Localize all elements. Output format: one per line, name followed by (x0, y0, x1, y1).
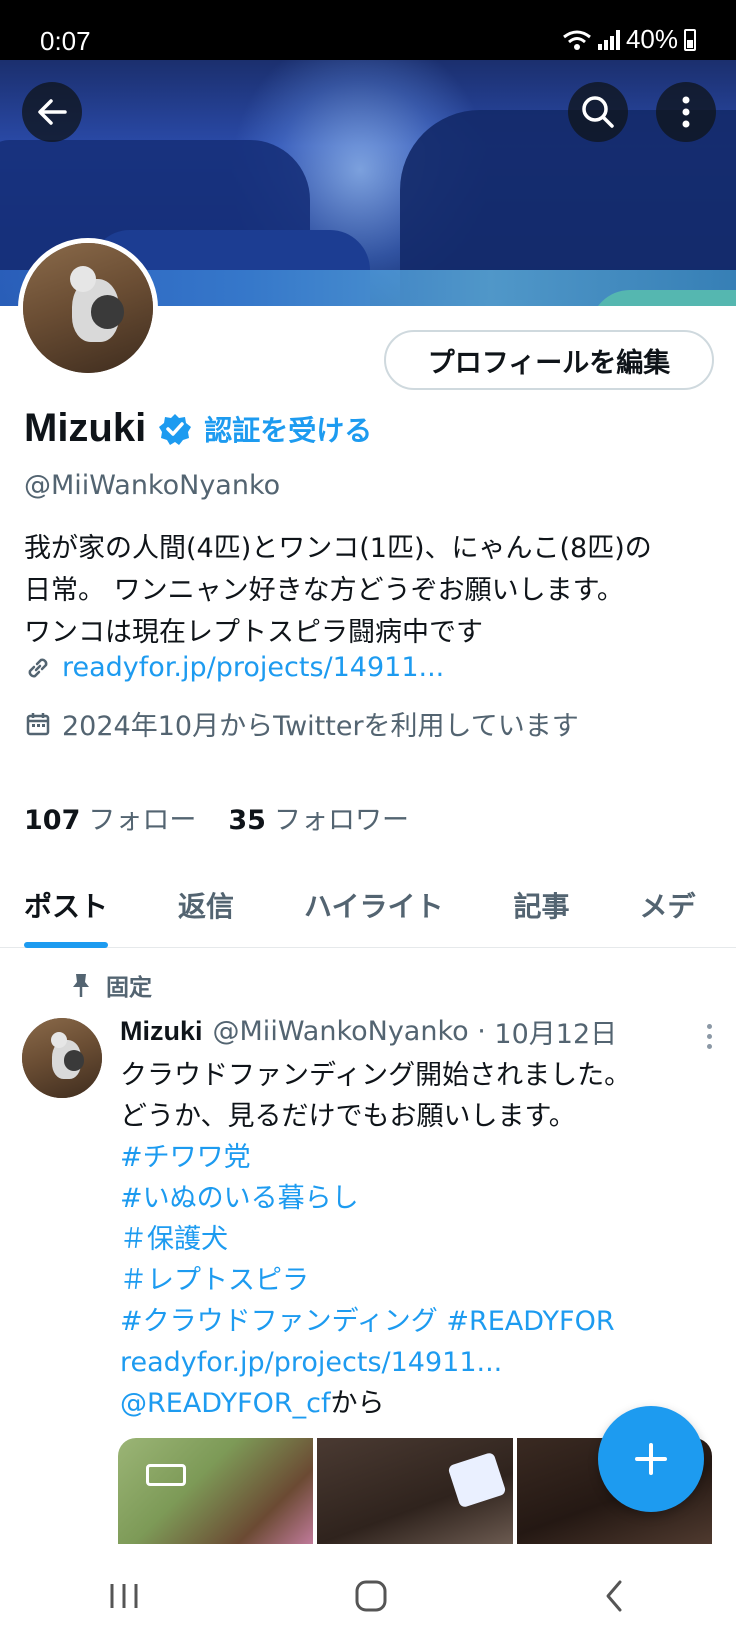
battery-icon (684, 28, 696, 51)
active-tab-indicator (24, 942, 109, 948)
profile-name-row: Mizuki 認証を受ける (24, 406, 372, 451)
back-arrow-icon (38, 99, 67, 125)
status-time: 0:07 (40, 26, 91, 56)
pinned-label: 固定 (106, 975, 152, 1001)
back-nav-icon[interactable] (600, 1578, 630, 1614)
verified-badge-icon (159, 413, 192, 445)
post-author-avatar[interactable] (22, 1018, 102, 1098)
home-icon[interactable] (353, 1578, 389, 1614)
post-body: クラウドファンディング開始されました。 どうか、見るだけでもお願いします。 #チ… (120, 1055, 720, 1424)
post-text-line: どうか、見るだけでもお願いします。 (120, 1101, 576, 1132)
profile-bio: 我が家の人間(4匹)とワンコ(1匹)、にゃんこ(8匹)の 日常。 ワンニャン好き… (24, 528, 724, 654)
profile-name: Mizuki (24, 406, 147, 450)
battery-percent: 40% (625, 24, 678, 54)
search-button[interactable] (568, 82, 628, 142)
tab-label: 返信 (178, 890, 235, 923)
post-more-button[interactable] (707, 1024, 712, 1049)
tab-label: メデ (639, 890, 696, 923)
document-graphic (447, 1451, 507, 1509)
hashtag-link[interactable]: ＃保護犬 (120, 1219, 720, 1260)
tab-label: ポスト (24, 890, 109, 923)
bio-line: 日常。 ワンニャン好きな方どうぞお願いします。 (24, 575, 624, 606)
link-icon (28, 658, 48, 677)
more-vertical-icon (707, 1024, 712, 1029)
profile-tabs: ポスト 返信 ハイライト 記事 メデ (0, 862, 736, 948)
more-options-button[interactable] (656, 82, 716, 142)
profile-website-link[interactable]: readyfor.jp/projects/14911... (62, 652, 444, 683)
back-button[interactable] (22, 82, 82, 142)
edit-profile-button[interactable]: プロフィールを編集 (384, 330, 714, 390)
battery-graphic (146, 1464, 186, 1486)
follow-stats: 107 フォロー 35 フォロワー (24, 798, 409, 837)
post-text-line: クラウドファンディング開始されました。 (120, 1060, 632, 1091)
search-icon (582, 96, 614, 128)
hashtag-link[interactable]: #クラウドファンディング #READYFOR (120, 1301, 720, 1342)
followers-count: 35 (228, 805, 266, 836)
hashtag-link[interactable]: #チワワ党 (120, 1137, 720, 1178)
system-navigation-bar (0, 1556, 736, 1636)
profile-avatar[interactable] (18, 238, 158, 378)
compose-post-button[interactable] (598, 1406, 704, 1512)
tab-media[interactable]: メデ (594, 862, 720, 948)
post-header: Mizuki @MiiWankoNyanko · 10月12日 (120, 1012, 720, 1051)
status-bar: 0:07 40% (0, 0, 736, 60)
calendar-icon (26, 712, 50, 735)
get-verified-link[interactable]: 認証を受ける (204, 409, 372, 449)
tab-highlights[interactable]: ハイライト (258, 862, 467, 948)
plus-icon (635, 1443, 667, 1475)
mention-link[interactable]: @READYFOR_cf (120, 1388, 331, 1419)
bio-line: ワンコは現在レプトスピラ闘病中です (24, 617, 483, 648)
pin-icon (73, 974, 89, 997)
following-label: フォロー (88, 805, 197, 836)
followers-link[interactable]: 35 フォロワー (228, 798, 409, 837)
pinned-indicator: 固定 (70, 968, 152, 1002)
post-date[interactable]: 10月12日 (494, 1012, 617, 1051)
post-separator: · (468, 1016, 495, 1047)
post-url-link[interactable]: readyfor.jp/projects/14911... (120, 1342, 720, 1383)
post-image[interactable] (317, 1438, 513, 1544)
more-vertical-icon (682, 96, 690, 128)
signal-icon (597, 29, 620, 50)
recent-apps-icon[interactable] (106, 1580, 142, 1612)
tab-label: 記事 (513, 890, 570, 923)
post-author-name[interactable]: Mizuki (120, 1016, 203, 1047)
tab-posts[interactable]: ポスト (0, 862, 132, 948)
profile-joined-row: 2024年10月からTwitterを利用しています (24, 704, 579, 743)
post-image[interactable] (118, 1438, 314, 1544)
following-link[interactable]: 107 フォロー (24, 798, 196, 837)
joined-date: 2024年10月からTwitterを利用しています (62, 711, 579, 742)
hashtag-link[interactable]: ＃レプトスピラ (120, 1260, 720, 1301)
followers-label: フォロワー (273, 805, 409, 836)
tab-label: ハイライト (304, 890, 444, 923)
tab-replies[interactable]: 返信 (132, 862, 258, 948)
via-suffix: から (330, 1388, 385, 1419)
post-author-handle[interactable]: @MiiWankoNyanko (213, 1016, 469, 1047)
following-count: 107 (24, 805, 81, 836)
wifi-icon (563, 30, 591, 50)
tab-articles[interactable]: 記事 (467, 862, 593, 948)
status-icons: 40% (562, 24, 696, 55)
pinned-post[interactable]: Mizuki @MiiWankoNyanko · 10月12日 クラウドファンデ… (120, 1012, 720, 1424)
hashtag-link[interactable]: #いぬのいる暮らし (120, 1178, 720, 1219)
profile-link-row: readyfor.jp/projects/14911... (24, 652, 444, 683)
bio-line: 我が家の人間(4匹)とワンコ(1匹)、にゃんこ(8匹)の (24, 533, 652, 564)
profile-handle: @MiiWankoNyanko (24, 470, 281, 501)
